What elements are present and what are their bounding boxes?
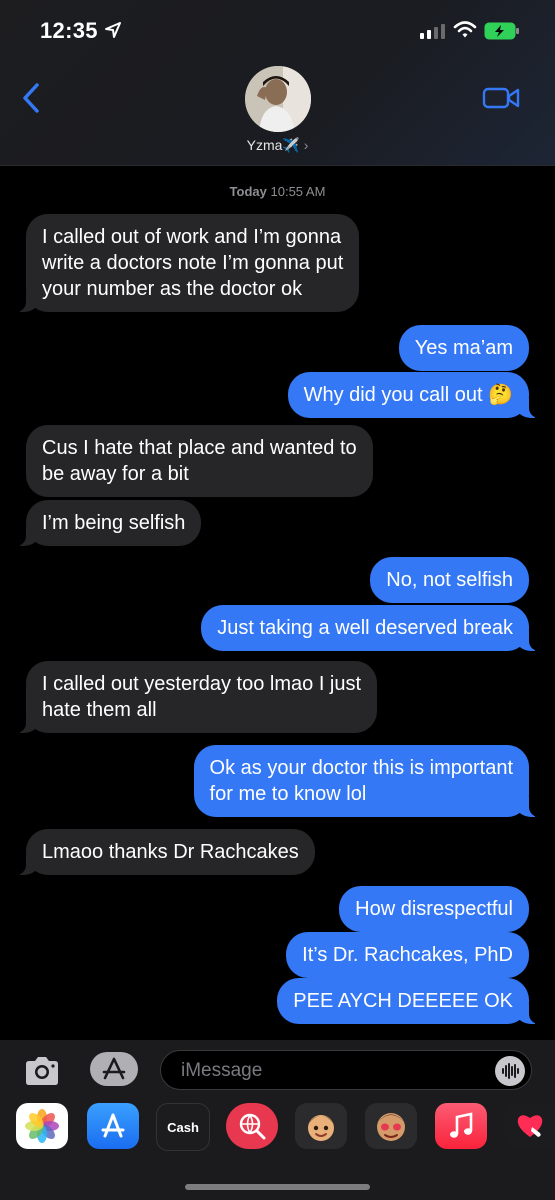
outgoing-message[interactable]: It’s Dr. Rachcakes, PhD bbox=[286, 932, 529, 978]
message-line: be away for a bit bbox=[42, 463, 189, 485]
memoji-faces-icon bbox=[308, 1115, 334, 1141]
message-line: How disrespectful bbox=[355, 898, 513, 920]
photos-app-icon[interactable] bbox=[16, 1103, 68, 1149]
message-line: I called out of work and I’m gonna bbox=[42, 226, 342, 248]
music-icon[interactable] bbox=[435, 1103, 487, 1149]
waveform-icon bbox=[502, 1063, 519, 1079]
message-input[interactable] bbox=[179, 1059, 483, 1083]
memoji-sticker-face-icon bbox=[377, 1113, 405, 1141]
message-line: Lmaoo thanks Dr Rachcakes bbox=[42, 841, 299, 863]
contact-name-label: Yzma✈️ bbox=[246, 137, 300, 153]
contact-name[interactable]: Yzma✈️ › bbox=[0, 137, 555, 154]
incoming-message[interactable]: Lmaoo thanks Dr Rachcakes bbox=[16, 829, 315, 875]
back-chevron-icon[interactable] bbox=[20, 82, 42, 114]
message-line: No, not selfish bbox=[386, 569, 513, 591]
outgoing-message[interactable]: PEE AYCH DEEEEE OK bbox=[277, 978, 539, 1024]
timestamp-time: 10:55 AM bbox=[270, 184, 326, 199]
outgoing-message[interactable]: How disrespectful bbox=[339, 886, 529, 932]
camera-icon[interactable] bbox=[22, 1055, 62, 1087]
outgoing-message[interactable]: Why did you call out 🤔 bbox=[287, 372, 540, 418]
conversation-header: 12:35 Yzma✈️ › bbox=[0, 0, 555, 166]
incoming-message[interactable]: I called out of work and I’m gonna write… bbox=[15, 214, 360, 312]
outgoing-message[interactable]: Yes ma’am bbox=[398, 325, 529, 371]
contact-avatar[interactable] bbox=[245, 66, 311, 132]
app-store-a-icon bbox=[101, 1113, 125, 1138]
conversation-timestamp: Today 10:55 AM bbox=[0, 184, 555, 199]
photos-flower-icon bbox=[25, 1109, 59, 1143]
location-arrow-icon bbox=[105, 22, 121, 38]
message-line: your number as the doctor ok bbox=[42, 278, 303, 300]
digital-touch-icon[interactable] bbox=[505, 1103, 555, 1149]
memoji-icon[interactable] bbox=[295, 1103, 347, 1149]
message-line: Cus I hate that place and wanted to bbox=[42, 437, 357, 459]
message-line: I called out yesterday too lmao I just bbox=[42, 673, 362, 695]
message-line: Just taking a well deserved break bbox=[217, 617, 513, 639]
message-line: PEE AYCH DEEEEE OK bbox=[293, 990, 513, 1012]
heart-touch-icon bbox=[517, 1115, 543, 1137]
message-line: I’m being selfish bbox=[42, 512, 186, 534]
memoji-stickers-icon[interactable] bbox=[365, 1103, 417, 1149]
message-line: Why did you call out 🤔 bbox=[303, 384, 513, 406]
message-line: It’s Dr. Rachcakes, PhD bbox=[302, 944, 513, 966]
outgoing-message[interactable]: Just taking a well deserved break bbox=[201, 605, 539, 651]
message-line: hate them all bbox=[42, 699, 157, 721]
app-store-glyph-icon bbox=[102, 1057, 126, 1080]
message-line: write a doctors note I’m gonna put bbox=[42, 252, 344, 274]
apple-cash-label: Cash bbox=[167, 1119, 199, 1135]
apple-cash-icon[interactable]: Cash bbox=[156, 1103, 210, 1151]
web-search-icon[interactable] bbox=[226, 1103, 278, 1149]
globe-search-icon bbox=[239, 1113, 266, 1140]
incoming-message[interactable]: Cus I hate that place and wanted to be a… bbox=[26, 425, 373, 497]
wifi-icon bbox=[453, 21, 477, 38]
music-note-icon bbox=[450, 1112, 473, 1138]
timestamp-day: Today bbox=[229, 184, 267, 199]
video-call-icon[interactable] bbox=[482, 86, 520, 110]
incoming-message[interactable]: I called out yesterday too lmao I just h… bbox=[15, 661, 378, 733]
outgoing-message[interactable]: No, not selfish bbox=[370, 557, 529, 603]
contact-photo bbox=[245, 66, 311, 132]
message-line: Yes ma’am bbox=[414, 337, 513, 359]
outgoing-message[interactable]: Ok as your doctor this is important for … bbox=[193, 745, 540, 817]
status-time: 12:35 bbox=[40, 18, 98, 43]
message-line: for me to know lol bbox=[209, 783, 367, 805]
chevron-right-icon: › bbox=[303, 137, 309, 153]
cellular-signal-icon bbox=[420, 24, 445, 39]
apps-button[interactable] bbox=[90, 1052, 138, 1086]
home-indicator[interactable] bbox=[185, 1184, 370, 1190]
incoming-message[interactable]: I’m being selfish bbox=[15, 500, 202, 546]
audio-message-button[interactable] bbox=[495, 1056, 525, 1086]
app-store-icon[interactable] bbox=[87, 1103, 139, 1149]
battery-charging-icon bbox=[484, 22, 519, 40]
message-input-field[interactable] bbox=[160, 1050, 532, 1090]
message-line: Ok as your doctor this is important bbox=[209, 757, 513, 779]
